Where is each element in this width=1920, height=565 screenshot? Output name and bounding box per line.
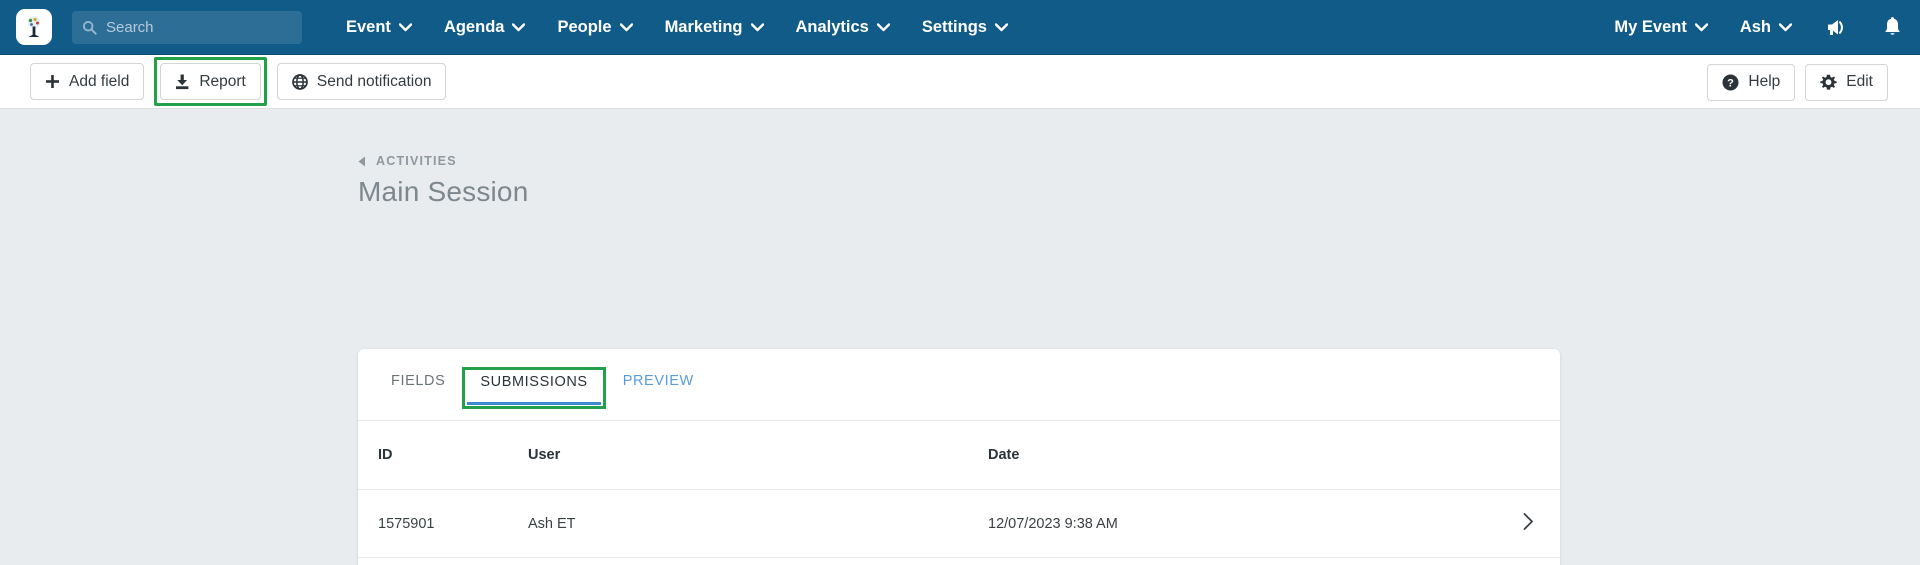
megaphone-icon [1828, 19, 1843, 35]
page-title: Main Session [358, 176, 529, 207]
add-field-label: Add field [69, 72, 130, 90]
action-toolbar: Add field Report Send notification ? Hel… [0, 55, 1920, 109]
nav-item-label: Settings [921, 17, 987, 36]
table-head: ID User Date [358, 421, 1560, 490]
pagination: First 1 Last [358, 558, 1560, 565]
tab-preview[interactable]: PREVIEW [610, 373, 707, 403]
nav-item-settings[interactable]: Settings [906, 0, 1024, 54]
back-arrow-icon [358, 156, 365, 166]
nav-item-label: Event [346, 17, 391, 36]
nav-item-label: Agenda [443, 17, 505, 36]
help-button[interactable]: ? Help [1707, 63, 1796, 101]
column-header-id: ID [358, 421, 528, 490]
table-row[interactable]: 1575901 Ash ET 12/07/2023 9:38 AM [358, 489, 1560, 558]
nav-item-agenda[interactable]: Agenda [428, 0, 542, 54]
edit-button[interactable]: Edit [1805, 63, 1888, 101]
chevron-right-icon[interactable] [1523, 513, 1534, 530]
submissions-table: ID User Date 1575901 Ash ET 12/07/2023 9… [358, 421, 1560, 558]
cell-user: Ash ET [528, 489, 988, 558]
card-tabs: FIELDS SUBMISSIONS PREVIEW [358, 349, 1560, 421]
user-menu[interactable]: Ash [1724, 0, 1808, 54]
chevron-down-icon [876, 22, 890, 31]
tab-label: FIELDS [391, 373, 446, 389]
breadcrumb[interactable]: ACTIVITIES [358, 154, 1920, 168]
report-label: Report [199, 72, 246, 90]
tab-fields[interactable]: FIELDS [378, 373, 458, 403]
toolbar-right-group: ? Help Edit [1707, 55, 1888, 109]
nav-item-label: Analytics [795, 17, 869, 36]
nav-item-event[interactable]: Event [330, 0, 428, 54]
search-box[interactable] [72, 10, 302, 44]
user-menu-label: Ash [1739, 17, 1771, 36]
chevron-down-icon [1694, 22, 1708, 31]
nav-menu: Event Agenda People Marketing Analytics … [330, 0, 1024, 54]
column-header-actions [1458, 421, 1560, 490]
event-switcher-label: My Event [1614, 17, 1687, 36]
submissions-tab-highlight: SUBMISSIONS [462, 367, 606, 409]
chevron-down-icon [1779, 22, 1792, 31]
toolbar-left-group: Add field Report Send notification [30, 57, 447, 106]
app-logo[interactable] [16, 9, 52, 45]
column-header-user: User [528, 421, 988, 490]
megaphone-button[interactable] [1808, 0, 1864, 54]
search-icon [82, 20, 97, 35]
chevron-down-icon [750, 22, 764, 31]
table-header-row: ID User Date [358, 421, 1560, 490]
chevron-down-icon [619, 22, 633, 31]
nav-item-analytics[interactable]: Analytics [780, 0, 906, 54]
cell-id: 1575901 [358, 489, 528, 558]
nav-right-group: My Event Ash [1598, 0, 1920, 54]
tab-label: SUBMISSIONS [480, 374, 588, 390]
nav-item-marketing[interactable]: Marketing [649, 0, 780, 54]
nav-item-label: Marketing [664, 17, 743, 36]
edit-label: Edit [1846, 73, 1873, 90]
add-field-button[interactable]: Add field [30, 63, 145, 100]
chevron-down-icon [512, 22, 526, 31]
svg-text:?: ? [1728, 77, 1735, 89]
bell-icon [1884, 16, 1900, 35]
nav-item-label: People [557, 17, 612, 36]
report-button[interactable]: Report [160, 63, 261, 100]
page-header-block: ACTIVITIES Main Session [0, 109, 1920, 208]
submissions-card: FIELDS SUBMISSIONS PREVIEW ID User Date [358, 349, 1560, 565]
gear-icon [1820, 74, 1837, 90]
column-header-date: Date [988, 421, 1458, 490]
page-body: ACTIVITIES Main Session FIELDS SUBMISSIO… [0, 109, 1920, 565]
tab-submissions[interactable]: SUBMISSIONS [467, 374, 602, 405]
help-label: Help [1748, 73, 1781, 90]
report-button-highlight: Report [154, 57, 267, 106]
cell-open-action[interactable] [1458, 489, 1560, 558]
chevron-down-icon [994, 22, 1008, 31]
top-navbar: Event Agenda People Marketing Analytics … [0, 0, 1920, 55]
logo-glyph [27, 16, 41, 37]
breadcrumb-label: ACTIVITIES [376, 154, 457, 168]
send-notification-button[interactable]: Send notification [276, 63, 447, 100]
cell-date: 12/07/2023 9:38 AM [988, 489, 1458, 558]
chevron-down-icon [398, 22, 412, 31]
help-circle-icon: ? [1722, 74, 1739, 90]
plus-icon [46, 75, 59, 88]
table-body: 1575901 Ash ET 12/07/2023 9:38 AM [358, 489, 1560, 558]
search-input[interactable] [106, 18, 292, 36]
tab-label: PREVIEW [622, 373, 694, 389]
globe-icon [292, 73, 308, 90]
download-icon [176, 74, 189, 89]
event-switcher[interactable]: My Event [1598, 0, 1723, 54]
nav-item-people[interactable]: People [541, 0, 648, 54]
notifications-button[interactable] [1864, 0, 1920, 54]
send-notification-label: Send notification [316, 72, 432, 90]
